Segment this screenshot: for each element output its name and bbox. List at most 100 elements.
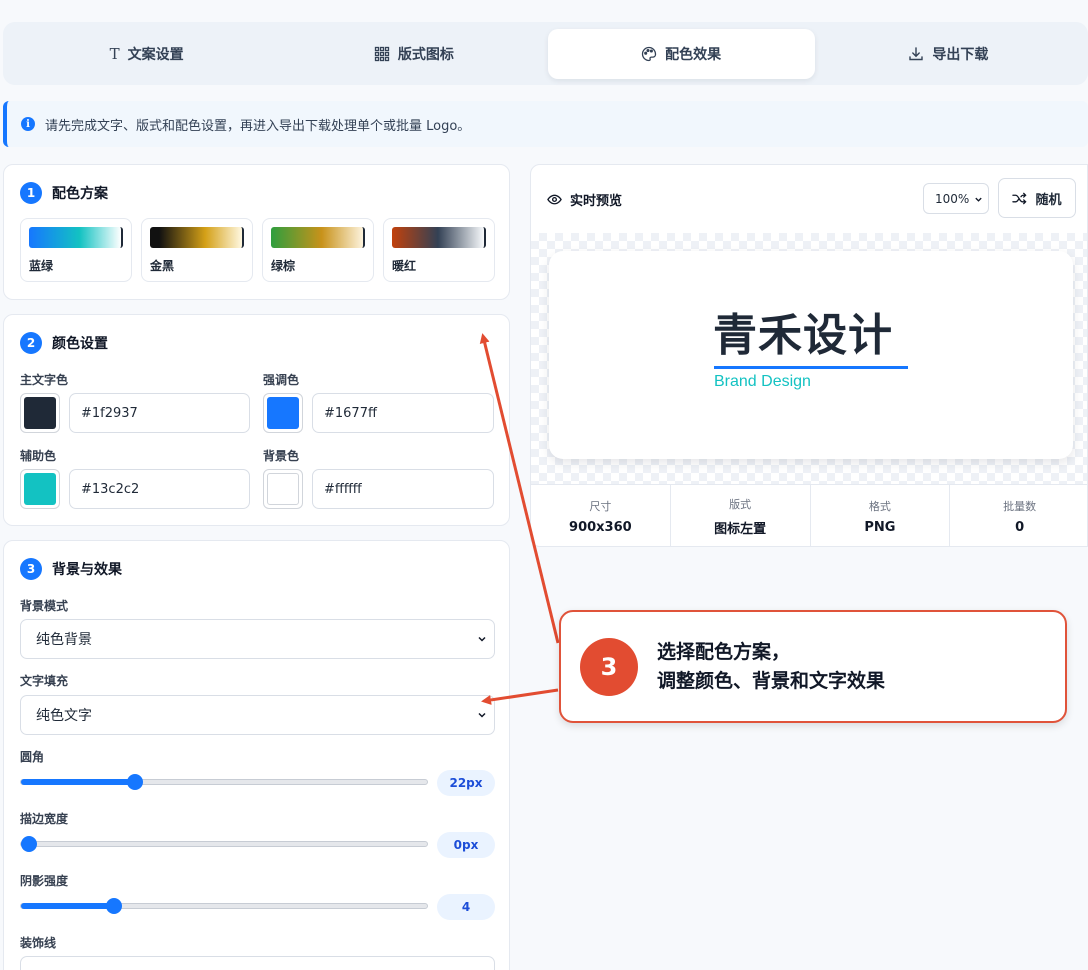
slider-thumb[interactable] xyxy=(106,898,123,914)
stat-label: 尺寸 xyxy=(589,500,612,513)
chevron-down-icon xyxy=(478,712,486,718)
download-icon xyxy=(909,46,924,60)
preview-canvas-area: 青禾设计 Brand Design xyxy=(531,233,1087,484)
random-button[interactable]: 随机 xyxy=(998,178,1076,218)
logo-decor-line xyxy=(714,366,908,369)
decor-line-label: 装饰线 xyxy=(20,936,57,950)
scheme-green-brown[interactable]: 绿棕 xyxy=(262,218,374,282)
zoom-select[interactable]: 100% xyxy=(923,183,989,214)
accent-color-picker[interactable] xyxy=(263,393,303,433)
stat-size: 尺寸 900x360 xyxy=(531,485,671,546)
accent-color-label: 强调色 xyxy=(263,373,300,387)
stroke-width-slider[interactable] xyxy=(20,836,428,852)
stat-label: 格式 xyxy=(868,500,891,513)
palette-icon xyxy=(641,46,657,61)
step-callout: 3 选择配色方案， 调整颜色、背景和文字效果 xyxy=(559,610,1067,723)
slider-fill xyxy=(21,779,135,785)
bg-mode-label: 背景模式 xyxy=(20,599,69,613)
accent-color-input[interactable]: #1677ff xyxy=(312,393,494,433)
scheme-name: 蓝绿 xyxy=(29,259,54,273)
preview-title: 实时预览 xyxy=(570,193,623,209)
step-number: 2 xyxy=(20,332,42,354)
shuffle-icon xyxy=(1012,192,1028,204)
color-settings-card: 2 颜色设置 主文字色 #1f2937 强调色 #1677ff 辅助色 #13c… xyxy=(3,314,510,526)
logo-main-text: 青禾设计 xyxy=(713,310,893,361)
slider-thumb[interactable] xyxy=(126,774,143,790)
tab-label: 版式图标 xyxy=(397,46,454,63)
scheme-warm-red[interactable]: 暖红 xyxy=(383,218,495,282)
grid-icon xyxy=(374,46,390,61)
bg-mode-value: 纯色背景 xyxy=(36,632,92,648)
preview-stats: 尺寸 900x360 版式 图标左置 格式 PNG 批量数 0 xyxy=(531,484,1087,546)
notice-text: 请先完成文字、版式和配色设置，再进入导出下载处理单个或批量 Logo。 xyxy=(45,118,471,134)
eye-icon xyxy=(547,194,562,204)
scheme-swatch xyxy=(150,227,244,248)
text-fill-value: 纯色文字 xyxy=(36,708,92,724)
random-label: 随机 xyxy=(1035,192,1062,208)
radius-slider[interactable] xyxy=(20,774,428,790)
stroke-width-label: 描边宽度 xyxy=(20,812,69,826)
slider-thumb[interactable] xyxy=(21,836,37,852)
logo-canvas: 青禾设计 Brand Design xyxy=(549,251,1073,459)
scheme-swatch xyxy=(392,227,486,248)
card-title: 配色方案 xyxy=(52,186,108,202)
primary-color-picker[interactable] xyxy=(20,393,60,433)
secondary-color-label: 辅助色 xyxy=(20,449,57,463)
primary-color-label: 主文字色 xyxy=(20,373,69,387)
info-icon: i xyxy=(21,117,35,131)
scheme-blue-green[interactable]: 蓝绿 xyxy=(20,218,132,282)
text-fill-label: 文字填充 xyxy=(20,674,69,688)
logo-sub-text: Brand Design xyxy=(714,373,811,390)
shadow-strength-value: 4 xyxy=(437,894,495,920)
tab-label: 文案设置 xyxy=(127,46,184,63)
primary-color-input[interactable]: #1f2937 xyxy=(69,393,250,433)
card-title: 颜色设置 xyxy=(52,336,108,352)
callout-number: 3 xyxy=(580,638,638,696)
background-color-picker[interactable] xyxy=(263,469,303,509)
chevron-down-icon xyxy=(478,636,486,642)
radius-value: 22px xyxy=(437,770,495,796)
tab-color-effects[interactable]: 配色效果 xyxy=(547,28,815,79)
callout-line-2: 调整颜色、背景和文字效果 xyxy=(657,670,886,692)
callout-line-1: 选择配色方案， xyxy=(657,641,791,663)
stat-label: 版式 xyxy=(729,498,752,511)
stat-format: 格式 PNG xyxy=(811,485,951,546)
notice-banner: i 请先完成文字、版式和配色设置，再进入导出下载处理单个或批量 Logo。 xyxy=(3,101,1088,147)
secondary-color-picker[interactable] xyxy=(20,469,60,509)
tab-layout-icon[interactable]: 版式图标 xyxy=(280,29,547,79)
slider-fill xyxy=(21,903,115,909)
tab-copy-settings[interactable]: T 文案设置 xyxy=(13,29,280,79)
text-fill-select[interactable]: 纯色文字 xyxy=(20,695,495,735)
stat-batch-count: 批量数 0 xyxy=(950,485,1087,546)
secondary-color-input[interactable]: #13c2c2 xyxy=(69,469,250,509)
stat-value: PNG xyxy=(864,520,896,535)
scheme-name: 暖红 xyxy=(392,259,417,273)
radius-label: 圆角 xyxy=(20,750,45,764)
step-number: 3 xyxy=(20,558,42,580)
decor-line-select[interactable] xyxy=(20,956,495,970)
card-title: 背景与效果 xyxy=(52,562,122,578)
stat-value: 图标左置 xyxy=(714,522,767,537)
effects-card: 3 背景与效果 背景模式 纯色背景 文字填充 纯色文字 圆角 22px 描边宽度… xyxy=(3,540,510,970)
background-color-label: 背景色 xyxy=(263,449,300,463)
scheme-name: 绿棕 xyxy=(271,259,296,273)
shadow-strength-slider[interactable] xyxy=(20,898,428,914)
scheme-gold-black[interactable]: 金黑 xyxy=(141,218,253,282)
shadow-strength-label: 阴影强度 xyxy=(20,874,69,888)
scheme-swatch xyxy=(29,227,123,248)
scheme-card: 1 配色方案 蓝绿 金黑 绿棕 暖红 xyxy=(3,164,510,300)
zoom-value: 100% xyxy=(935,191,970,206)
step-number: 1 xyxy=(20,182,42,204)
chevron-down-icon xyxy=(975,197,982,202)
background-color-input[interactable]: #ffffff xyxy=(312,469,494,509)
text-icon: T xyxy=(109,44,120,63)
stroke-width-value: 0px xyxy=(437,832,495,858)
tab-export-download[interactable]: 导出下载 xyxy=(815,29,1082,79)
bg-mode-select[interactable]: 纯色背景 xyxy=(20,619,495,659)
stat-value: 0 xyxy=(1015,520,1025,535)
stat-label: 批量数 xyxy=(1003,500,1037,513)
tab-label: 导出下载 xyxy=(932,46,989,63)
tab-label: 配色效果 xyxy=(665,46,722,63)
stat-layout: 版式 图标左置 xyxy=(671,485,811,546)
tab-bar: T 文案设置 版式图标 配色效果 导出下载 xyxy=(3,22,1088,85)
